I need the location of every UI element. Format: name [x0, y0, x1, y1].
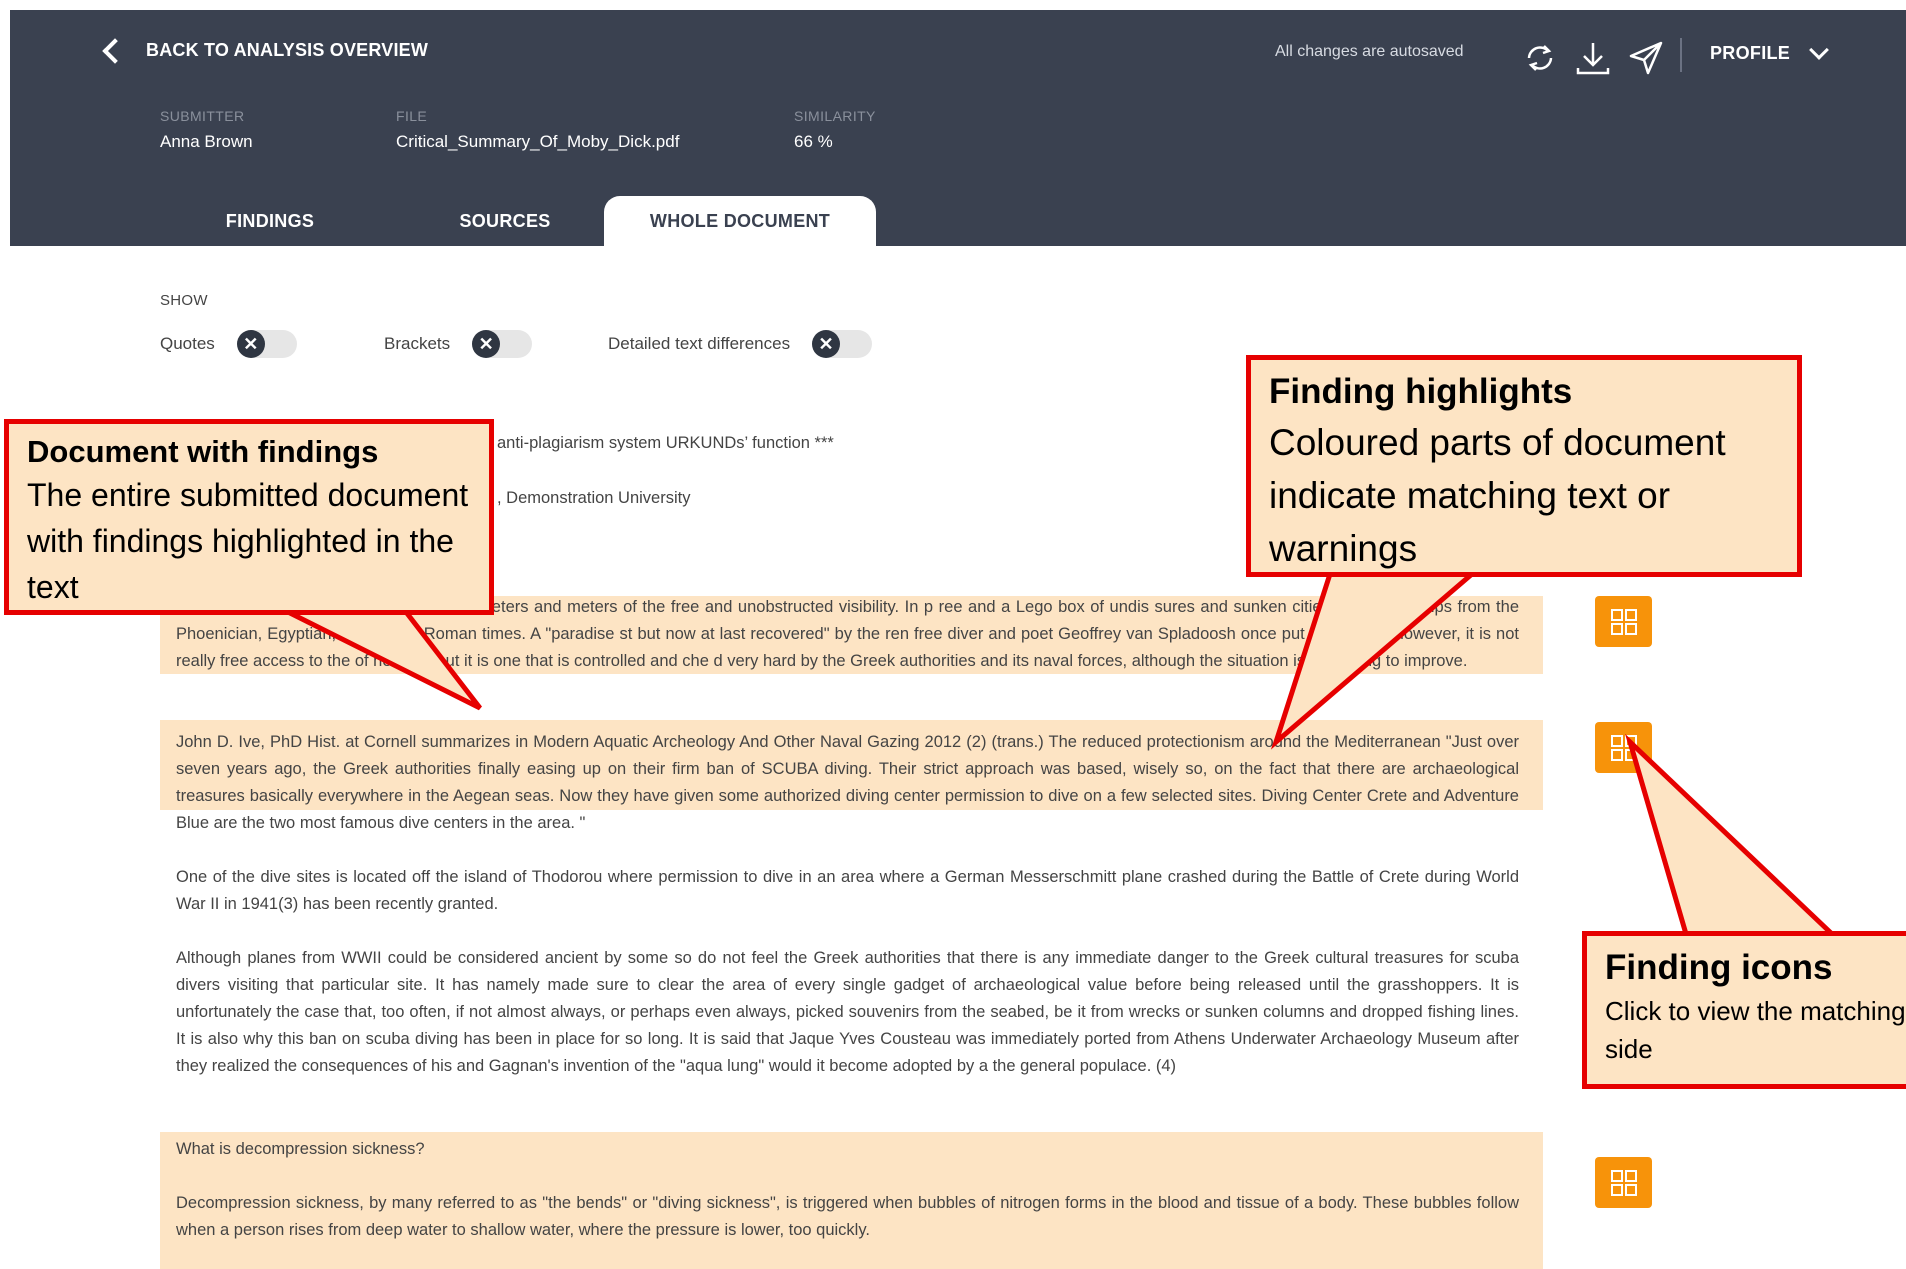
toggle-off-icon: ✕: [236, 330, 265, 358]
show-label: SHOW: [160, 292, 208, 309]
document-heading-line: anti-plagiarism system URKUNDs’ function…: [497, 434, 834, 452]
autosave-status: All changes are autosaved: [1275, 43, 1464, 60]
refresh-icon[interactable]: [1520, 38, 1560, 78]
filter-detailed-differences: Detailed text differences ✕: [608, 330, 873, 358]
grid-icon: [1611, 735, 1637, 761]
file-info: FILE Critical_Summary_Of_Moby_Dick.pdf: [396, 108, 679, 152]
profile-menu[interactable]: PROFILE: [1710, 39, 1830, 64]
back-to-overview-link[interactable]: BACK TO ANALYSIS OVERVIEW: [102, 37, 429, 64]
paragraph-5: What is decompression sickness?: [176, 1140, 425, 1158]
submitter-info: SUBMITTER Anna Brown: [160, 108, 253, 152]
paragraph-4: Although planes from WWII could be consi…: [176, 949, 1519, 1075]
quotes-toggle[interactable]: ✕: [236, 330, 297, 358]
submitter-label: SUBMITTER: [160, 108, 245, 124]
callout-finding-icons: Finding icons Click to view the matching…: [1582, 931, 1906, 1089]
detailed-differences-toggle[interactable]: ✕: [812, 330, 873, 358]
similarity-info: SIMILARITY 66 %: [794, 108, 876, 152]
callout-body: Click to view the matching side: [1605, 996, 1906, 1064]
filter-label: Quotes: [160, 334, 215, 353]
file-value: Critical_Summary_Of_Moby_Dick.pdf: [396, 132, 680, 151]
document-author-line: , Demonstration University: [497, 489, 691, 507]
tab-sources[interactable]: SOURCES: [410, 196, 600, 246]
send-icon[interactable]: [1626, 38, 1666, 78]
similarity-value: 66 %: [794, 132, 833, 151]
paragraph-2: John D. Ive, PhD Hist. at Cornell summar…: [176, 733, 1519, 832]
paragraph-3: One of the dive sites is located off the…: [176, 868, 1519, 913]
finding-icon-button[interactable]: [1595, 596, 1652, 647]
header-divider: [1680, 38, 1682, 72]
tab-whole-document[interactable]: WHOLE DOCUMENT: [604, 196, 876, 246]
similarity-label: SIMILARITY: [794, 108, 876, 124]
callout-finding-highlights: Finding highlights Coloured parts of doc…: [1246, 355, 1802, 577]
file-label: FILE: [396, 108, 428, 124]
download-icon[interactable]: [1573, 38, 1613, 78]
callout-title: Finding icons: [1605, 948, 1833, 987]
filter-label: Brackets: [384, 334, 451, 353]
finding-icon-button[interactable]: [1595, 1157, 1652, 1208]
tab-findings[interactable]: FINDINGS: [180, 196, 360, 246]
submitter-value: Anna Brown: [160, 132, 253, 151]
filter-brackets: Brackets ✕: [384, 330, 533, 358]
brackets-toggle[interactable]: ✕: [472, 330, 533, 358]
callout-document-with-findings: Document with findings The entire submit…: [4, 419, 494, 615]
callout-title: Finding highlights: [1269, 372, 1573, 411]
callout-body: Coloured parts of document indicate matc…: [1269, 422, 1726, 569]
toggle-off-icon: ✕: [812, 330, 841, 358]
callout-title: Document with findings: [27, 434, 379, 469]
top-header: BACK TO ANALYSIS OVERVIEW All changes ar…: [10, 10, 1906, 246]
finding-icon-button[interactable]: [1595, 722, 1652, 773]
chevron-down-icon: [1809, 39, 1830, 60]
view-tabs: FINDINGS SOURCES WHOLE DOCUMENT: [10, 196, 1906, 246]
filter-label: Detailed text differences: [608, 334, 791, 353]
grid-icon: [1611, 1170, 1637, 1196]
paragraph-6: Decompression sickness, by many referred…: [176, 1194, 1519, 1239]
profile-label: PROFILE: [1710, 43, 1791, 63]
chevron-left-icon: [102, 37, 128, 64]
grid-icon: [1611, 609, 1637, 635]
toggle-off-icon: ✕: [472, 330, 501, 358]
filter-quotes: Quotes ✕: [160, 330, 297, 358]
back-label: BACK TO ANALYSIS OVERVIEW: [146, 40, 429, 60]
callout-body: The entire submitted document with findi…: [27, 477, 469, 605]
